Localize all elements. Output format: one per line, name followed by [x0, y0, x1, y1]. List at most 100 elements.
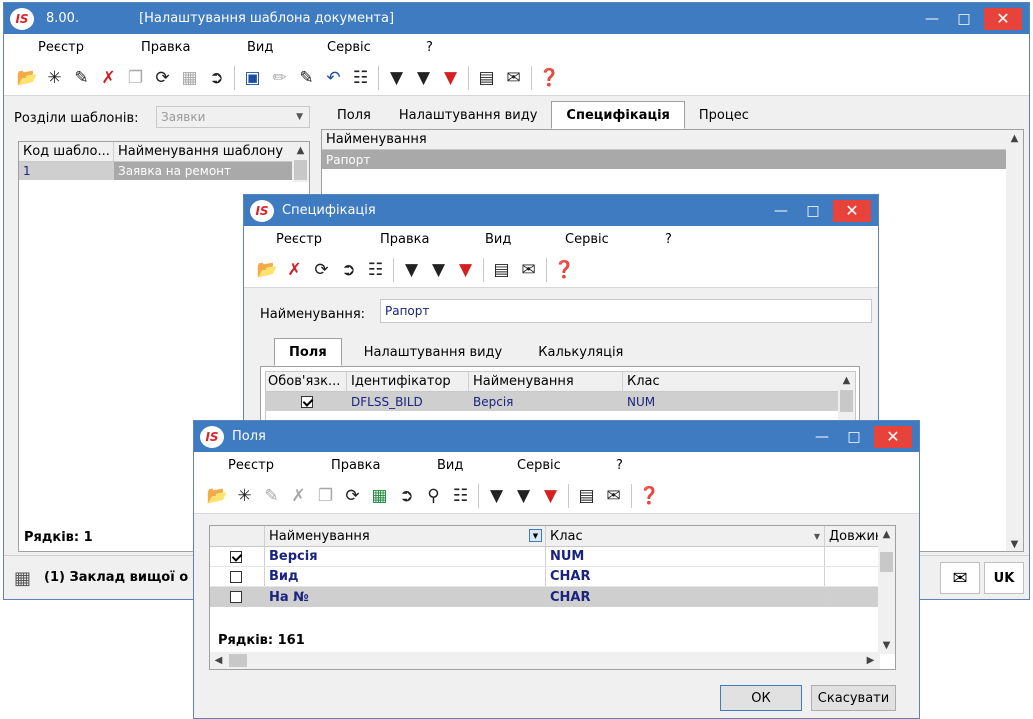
- status-language[interactable]: UK: [984, 562, 1024, 594]
- fields-scrollbar-v[interactable]: ▲ ▼: [878, 526, 895, 654]
- new-item-icon[interactable]: ✳: [41, 64, 68, 92]
- open-folder-icon[interactable]: 📂: [254, 256, 281, 284]
- help-icon[interactable]: ❓: [551, 256, 578, 284]
- scroll-up-icon[interactable]: ▲: [878, 526, 895, 543]
- menu-edit[interactable]: Правка: [141, 40, 190, 55]
- filter-edit-icon[interactable]: ▼: [410, 64, 437, 92]
- tree-icon[interactable]: ☷: [347, 64, 374, 92]
- scroll-up-icon[interactable]: ▲: [838, 372, 855, 389]
- exit-icon[interactable]: ➲: [203, 64, 230, 92]
- scroll-down-icon[interactable]: ▼: [1006, 536, 1023, 551]
- col-header-identifier[interactable]: Ідентифікатор: [347, 372, 469, 391]
- scroll-up-icon[interactable]: ▲: [1006, 130, 1023, 147]
- refresh-icon[interactable]: ⟳: [149, 64, 176, 92]
- open-folder-icon[interactable]: 📂: [204, 482, 231, 510]
- scroll-down-icon[interactable]: ▼: [878, 637, 895, 654]
- cancel-button[interactable]: Скасувати: [811, 685, 896, 711]
- menu-service[interactable]: Сервіс: [327, 40, 371, 55]
- chevron-down-icon[interactable]: ▼: [814, 532, 820, 541]
- excel-icon[interactable]: ▦: [366, 482, 393, 510]
- menu-view[interactable]: Вид: [247, 40, 273, 55]
- exit-icon[interactable]: ➲: [335, 256, 362, 284]
- tab-specification[interactable]: Специфікація: [551, 101, 685, 129]
- menu-view[interactable]: Вид: [485, 232, 511, 247]
- minimize-icon[interactable]: —: [916, 7, 948, 31]
- table-row[interactable]: Версія NUM: [210, 547, 880, 567]
- col-header-code[interactable]: Код шабло...: [19, 142, 114, 161]
- menu-edit[interactable]: Правка: [380, 232, 429, 247]
- scroll-thumb-h[interactable]: [229, 654, 247, 667]
- menu-registry[interactable]: Реєстр: [228, 458, 274, 473]
- minimize-icon[interactable]: —: [806, 425, 838, 449]
- filter-icon[interactable]: ▼: [383, 64, 410, 92]
- table-row[interactable]: DFLSS_BILD Версія NUM: [266, 392, 840, 411]
- tree-icon[interactable]: ☷: [447, 482, 474, 510]
- filter-clear-icon[interactable]: ▼: [537, 482, 564, 510]
- pencil-icon[interactable]: ✏: [266, 64, 293, 92]
- mail-icon[interactable]: ✉: [600, 482, 627, 510]
- menu-help[interactable]: ?: [426, 40, 433, 55]
- spec-titlebar[interactable]: IS Специфікація — □ ✕: [244, 195, 878, 226]
- row-checkbox[interactable]: [230, 570, 242, 583]
- col-header-required[interactable]: Обов'язк...: [266, 372, 347, 391]
- table-row[interactable]: Рапорт: [322, 150, 1007, 169]
- col-header-length[interactable]: Довжин: [825, 526, 880, 546]
- form-icon[interactable]: ▤: [573, 482, 600, 510]
- form-icon[interactable]: ▤: [473, 64, 500, 92]
- tab-calculation[interactable]: Калькуляція: [524, 338, 637, 366]
- ok-button[interactable]: ОК: [720, 685, 802, 711]
- close-icon[interactable]: ✕: [833, 199, 871, 222]
- right-scrollbar[interactable]: ▲ ▼: [1006, 130, 1023, 551]
- delete-icon[interactable]: ✗: [281, 256, 308, 284]
- mail-icon[interactable]: ✉: [515, 256, 542, 284]
- status-mail-icon[interactable]: ✉: [940, 562, 980, 594]
- scroll-right-icon[interactable]: ▶: [862, 652, 879, 669]
- menu-help[interactable]: ?: [616, 458, 623, 473]
- fields-scrollbar-h[interactable]: ◀ ▶: [210, 652, 880, 669]
- sections-select[interactable]: Заявки ▼: [156, 106, 310, 128]
- filter-clear-icon[interactable]: ▼: [437, 64, 464, 92]
- save-icon[interactable]: ▣: [239, 64, 266, 92]
- left-scrollbar[interactable]: ▲: [292, 142, 309, 182]
- copy-icon[interactable]: ❐: [122, 64, 149, 92]
- maximize-icon[interactable]: □: [797, 199, 829, 223]
- required-checkbox[interactable]: [300, 395, 313, 408]
- menu-help[interactable]: ?: [665, 232, 672, 247]
- col-header-class[interactable]: Клас: [623, 372, 840, 391]
- filter-edit-icon[interactable]: ▼: [425, 256, 452, 284]
- help-icon[interactable]: ❓: [536, 64, 563, 92]
- open-folder-icon[interactable]: 📂: [14, 64, 41, 92]
- edit-doc-icon[interactable]: ✎: [293, 64, 320, 92]
- scroll-thumb[interactable]: [840, 390, 853, 412]
- row-checkbox[interactable]: [230, 550, 242, 563]
- mail-icon[interactable]: ✉: [500, 64, 527, 92]
- menu-service[interactable]: Сервіс: [565, 232, 609, 247]
- col-header-class[interactable]: Клас ▼: [546, 526, 825, 546]
- filter-clear-icon[interactable]: ▼: [452, 256, 479, 284]
- tab-view-settings[interactable]: Налаштування виду: [385, 101, 552, 129]
- delete-icon[interactable]: ✗: [95, 64, 122, 92]
- tab-process[interactable]: Процес: [685, 101, 763, 129]
- help-icon[interactable]: ❓: [636, 482, 663, 510]
- menu-view[interactable]: Вид: [437, 458, 463, 473]
- minimize-icon[interactable]: —: [765, 199, 797, 223]
- scroll-left-icon[interactable]: ◀: [210, 652, 227, 669]
- search-icon[interactable]: ⚲: [420, 482, 447, 510]
- filter-edit-icon[interactable]: ▼: [510, 482, 537, 510]
- scroll-thumb[interactable]: [294, 160, 307, 180]
- tab-fields[interactable]: Поля: [323, 101, 385, 129]
- scroll-up-icon[interactable]: ▲: [292, 142, 309, 159]
- undo-icon[interactable]: ↶: [320, 64, 347, 92]
- close-icon[interactable]: ✕: [874, 425, 912, 448]
- maximize-icon[interactable]: □: [838, 425, 870, 449]
- filter-icon[interactable]: ▼: [483, 482, 510, 510]
- main-titlebar[interactable]: IS 8.00. [Налаштування шаблона документа…: [4, 3, 1029, 34]
- tab-fields[interactable]: Поля: [274, 338, 342, 366]
- tree-icon[interactable]: ☷: [362, 256, 389, 284]
- refresh-icon[interactable]: ⟳: [308, 256, 335, 284]
- spec-name-field[interactable]: Рапорт: [380, 299, 872, 323]
- form-icon[interactable]: ▤: [488, 256, 515, 284]
- maximize-icon[interactable]: □: [948, 7, 980, 31]
- menu-registry[interactable]: Реєстр: [276, 232, 322, 247]
- new-item-icon[interactable]: ✳: [231, 482, 258, 510]
